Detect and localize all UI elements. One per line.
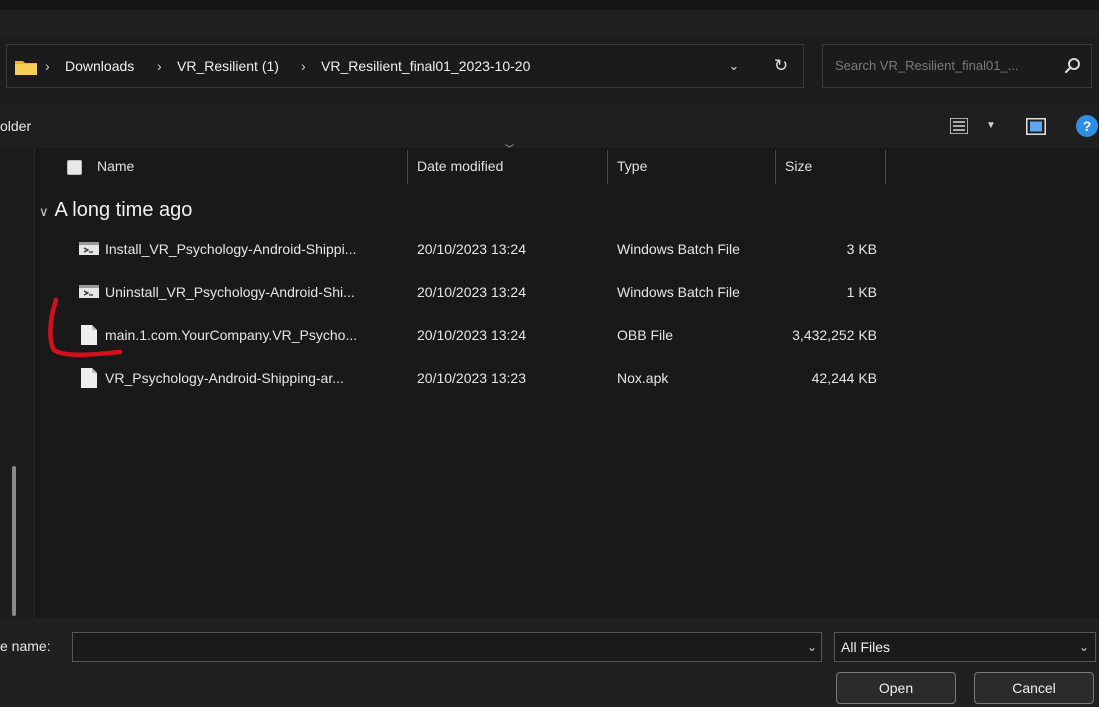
address-dropdown-icon[interactable]: ⌄ xyxy=(719,45,749,87)
group-label: A long time ago xyxy=(54,199,193,221)
column-header-size[interactable]: Size xyxy=(785,148,812,184)
file-date: 20/10/2023 13:24 xyxy=(417,241,526,257)
file-date: 20/10/2023 13:24 xyxy=(417,284,526,300)
breadcrumb-separator: › xyxy=(301,58,306,74)
file-row[interactable]: Install_VR_Psychology-Android-Shippi... … xyxy=(35,228,1099,270)
file-type: Windows Batch File xyxy=(617,284,740,300)
file-type: Windows Batch File xyxy=(617,241,740,257)
file-name-input[interactable]: ⌄ xyxy=(72,632,822,662)
file-name: main.1.com.YourCompany.VR_Psycho... xyxy=(105,327,358,343)
help-icon[interactable]: ? xyxy=(1076,115,1098,137)
file-type: Nox.apk xyxy=(617,370,669,386)
file-size: 1 KB xyxy=(846,284,877,300)
new-folder-button[interactable]: older xyxy=(0,104,31,148)
search-placeholder: Search VR_Resilient_final01_... xyxy=(835,58,1019,73)
column-header-type[interactable]: Type xyxy=(617,148,647,184)
breadcrumb-separator: › xyxy=(45,58,50,74)
file-date: 20/10/2023 13:24 xyxy=(417,327,526,343)
view-options-icon[interactable] xyxy=(950,118,968,134)
file-name: Install_VR_Psychology-Android-Shippi... xyxy=(105,241,357,257)
column-header-name[interactable]: Name xyxy=(97,148,134,184)
file-size: 3,432,252 KB xyxy=(792,327,877,343)
navigation-pane[interactable] xyxy=(0,148,34,618)
file-list[interactable]: Name Date modified ﹀ Type Size ∨ A long t… xyxy=(35,144,1099,618)
file-type: OBB File xyxy=(617,327,674,343)
column-header-date-modified[interactable]: Date modified xyxy=(417,148,503,184)
folder-icon xyxy=(15,61,37,75)
breadcrumb-vr-resilient[interactable]: VR_Resilient (1) xyxy=(177,45,279,87)
column-divider[interactable] xyxy=(775,150,776,184)
blank-file-icon xyxy=(81,325,97,345)
chevron-down-icon: ∨ xyxy=(39,204,49,219)
blank-file-icon xyxy=(81,368,97,388)
file-row[interactable]: Uninstall_VR_Psychology-Android-Shi... 2… xyxy=(35,271,1099,313)
view-dropdown-icon[interactable]: ▼ xyxy=(986,104,996,148)
refresh-icon[interactable]: ↻ xyxy=(765,45,797,87)
chevron-down-icon[interactable]: ⌄ xyxy=(1079,633,1089,661)
file-name: Uninstall_VR_Psychology-Android-Shi... xyxy=(105,284,355,300)
column-divider[interactable] xyxy=(885,150,886,184)
preview-pane-icon[interactable] xyxy=(1026,118,1046,135)
title-bar xyxy=(0,0,1099,38)
search-icon[interactable] xyxy=(1063,56,1083,76)
search-input[interactable]: Search VR_Resilient_final01_... xyxy=(822,44,1092,88)
navigation-scrollbar[interactable] xyxy=(12,466,16,616)
file-type-filter-value: All Files xyxy=(841,639,891,655)
breadcrumb-downloads[interactable]: Downloads xyxy=(65,45,134,87)
file-name-label: e name: xyxy=(0,638,51,654)
cancel-button[interactable]: Cancel xyxy=(974,672,1094,704)
command-bar: older ▼ ? xyxy=(0,104,1099,148)
file-size: 3 KB xyxy=(846,241,877,257)
select-all-checkbox[interactable] xyxy=(67,160,82,175)
file-type-filter[interactable]: All Files ⌄ xyxy=(834,632,1096,662)
sort-indicator-icon: ﹀ xyxy=(505,144,515,154)
open-button[interactable]: Open xyxy=(836,672,956,704)
file-date: 20/10/2023 13:23 xyxy=(417,370,526,386)
group-header[interactable]: ∨ A long time ago xyxy=(39,196,192,224)
breadcrumb-current-folder[interactable]: VR_Resilient_final01_2023-10-20 xyxy=(321,45,530,87)
file-name-dropdown-icon[interactable]: ⌄ xyxy=(807,633,817,661)
file-size: 42,244 KB xyxy=(811,370,877,386)
breadcrumb-separator: › xyxy=(157,58,162,74)
batch-file-icon xyxy=(79,285,99,298)
file-name: VR_Psychology-Android-Shipping-ar... xyxy=(105,370,344,386)
file-row[interactable]: main.1.com.YourCompany.VR_Psycho... 20/1… xyxy=(35,314,1099,356)
column-divider[interactable] xyxy=(607,150,608,184)
column-divider[interactable] xyxy=(407,150,408,184)
file-row[interactable]: VR_Psychology-Android-Shipping-ar... 20/… xyxy=(35,357,1099,399)
dialog-footer: e name: ⌄ All Files ⌄ Open Cancel xyxy=(0,618,1099,707)
address-bar[interactable]: › Downloads › VR_Resilient (1) › VR_Resi… xyxy=(6,44,804,88)
batch-file-icon xyxy=(79,242,99,255)
